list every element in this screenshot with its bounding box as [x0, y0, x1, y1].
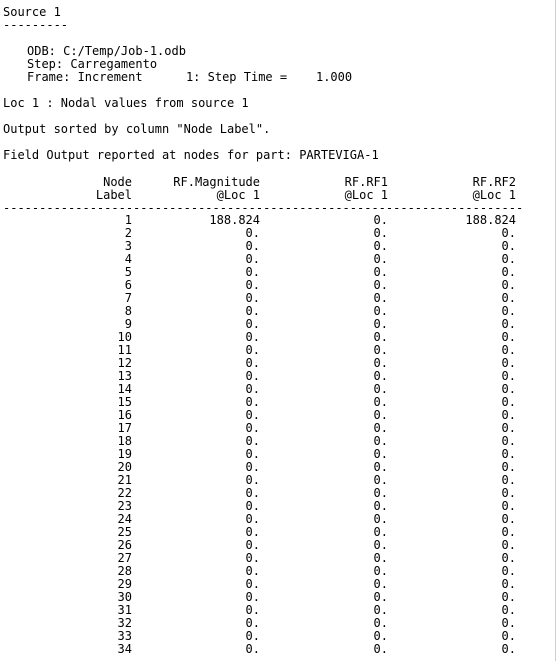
field-output-line: Field Output reported at nodes for part:…	[3, 148, 379, 162]
table-row: 18 0. 0. 0.	[0, 435, 556, 448]
cell-rf-magnitude: 0.	[245, 473, 260, 487]
table-row: 4 0. 0. 0.	[0, 253, 556, 266]
table-row: 2 0. 0. 0.	[0, 227, 556, 240]
table-row: 20 0. 0. 0.	[0, 461, 556, 474]
table-row: 30 0. 0. 0.	[0, 591, 556, 604]
cell-rf-magnitude: 0.	[245, 642, 260, 656]
cell-rf-magnitude: 0.	[245, 538, 260, 552]
table-row: 24 0. 0. 0.	[0, 513, 556, 526]
table-row: 1 188.824 0. 188.824	[0, 214, 556, 227]
cell-rf-magnitude: 0.	[245, 408, 260, 422]
table-row: 15 0. 0. 0.	[0, 396, 556, 409]
table-row: 23 0. 0. 0.	[0, 500, 556, 513]
cell-rf-magnitude: 0.	[245, 382, 260, 396]
cell-rf-magnitude: 0.	[245, 317, 260, 331]
table-row: 10 0. 0. 0.	[0, 331, 556, 344]
cell-rf-magnitude: 0.	[245, 330, 260, 344]
cell-rf-magnitude: 0.	[245, 616, 260, 630]
table-row: 25 0. 0. 0.	[0, 526, 556, 539]
table-row: 3 0. 0. 0.	[0, 240, 556, 253]
cell-rf-magnitude: 0.	[245, 226, 260, 240]
cell-rf-magnitude: 0.	[245, 629, 260, 643]
header-rf2-line2: @Loc 1	[472, 188, 516, 202]
cell-rf-magnitude: 0.	[245, 369, 260, 383]
cell-node-label: 34	[117, 642, 132, 656]
cell-rf-magnitude: 0.	[245, 278, 260, 292]
cell-rf-magnitude: 0.	[245, 343, 260, 357]
cell-rf-magnitude: 0.	[245, 512, 260, 526]
table-row: 34 0. 0. 0.	[0, 643, 556, 656]
table-row: 19 0. 0. 0.	[0, 448, 556, 461]
source-rule: ---------	[3, 18, 69, 32]
sorted-line: Output sorted by column "Node Label".	[3, 122, 271, 136]
table-row: 5 0. 0. 0.	[0, 266, 556, 279]
table-row: 13 0. 0. 0.	[0, 370, 556, 383]
cell-rf-magnitude: 0.	[245, 356, 260, 370]
cell-rf-magnitude: 0.	[245, 577, 260, 591]
cell-rf2: 0.	[501, 642, 516, 656]
cell-rf-magnitude: 0.	[245, 551, 260, 565]
table-row: 32 0. 0. 0.	[0, 617, 556, 630]
table-row: 17 0. 0. 0.	[0, 422, 556, 435]
table-row: 21 0. 0. 0.	[0, 474, 556, 487]
table-row: 26 0. 0. 0.	[0, 539, 556, 552]
table-row: 9 0. 0. 0.	[0, 318, 556, 331]
header-node-line2: Label	[95, 188, 132, 202]
cell-rf-magnitude: 0.	[245, 304, 260, 318]
table-row: 12 0. 0. 0.	[0, 357, 556, 370]
cell-rf-magnitude: 0.	[245, 395, 260, 409]
cell-rf-magnitude: 188.824	[209, 213, 260, 227]
table-row: 14 0. 0. 0.	[0, 383, 556, 396]
cell-rf-magnitude: 0.	[245, 291, 260, 305]
table-row: 22 0. 0. 0.	[0, 487, 556, 500]
table-row: 8 0. 0. 0.	[0, 305, 556, 318]
cell-rf-magnitude: 0.	[245, 460, 260, 474]
cell-rf-magnitude: 0.	[245, 564, 260, 578]
cell-rf-magnitude: 0.	[245, 590, 260, 604]
table-row: 7 0. 0. 0.	[0, 292, 556, 305]
cell-rf-magnitude: 0.	[245, 434, 260, 448]
table-row: 6 0. 0. 0.	[0, 279, 556, 292]
table-row: 31 0. 0. 0.	[0, 604, 556, 617]
frame-line: Frame: Increment 1: Step Time = 1.000	[27, 70, 353, 84]
header-rf1-line2: @Loc 1	[344, 188, 388, 202]
cell-rf-magnitude: 0.	[245, 252, 260, 266]
loc-line: Loc 1 : Nodal values from source 1	[3, 96, 249, 110]
table-row: 16 0. 0. 0.	[0, 409, 556, 422]
table-row: 33 0. 0. 0.	[0, 630, 556, 643]
report-viewer[interactable]: Source 1 --------- ODB: C:/Temp/Job-1.od…	[0, 0, 556, 661]
cell-rf-magnitude: 0.	[245, 603, 260, 617]
cell-rf-magnitude: 0.	[245, 421, 260, 435]
cell-rf-magnitude: 0.	[245, 447, 260, 461]
table-row: 27 0. 0. 0.	[0, 552, 556, 565]
cell-rf-magnitude: 0.	[245, 499, 260, 513]
cell-rf-magnitude: 0.	[245, 239, 260, 253]
table-row: 29 0. 0. 0.	[0, 578, 556, 591]
cell-rf-magnitude: 0.	[245, 486, 260, 500]
cell-rf-magnitude: 0.	[245, 265, 260, 279]
cell-rf1: 0.	[373, 642, 388, 656]
header-magnitude-line2: @Loc 1	[216, 188, 260, 202]
table-row: 28 0. 0. 0.	[0, 565, 556, 578]
table-row: 11 0. 0. 0.	[0, 344, 556, 357]
cell-rf-magnitude: 0.	[245, 525, 260, 539]
